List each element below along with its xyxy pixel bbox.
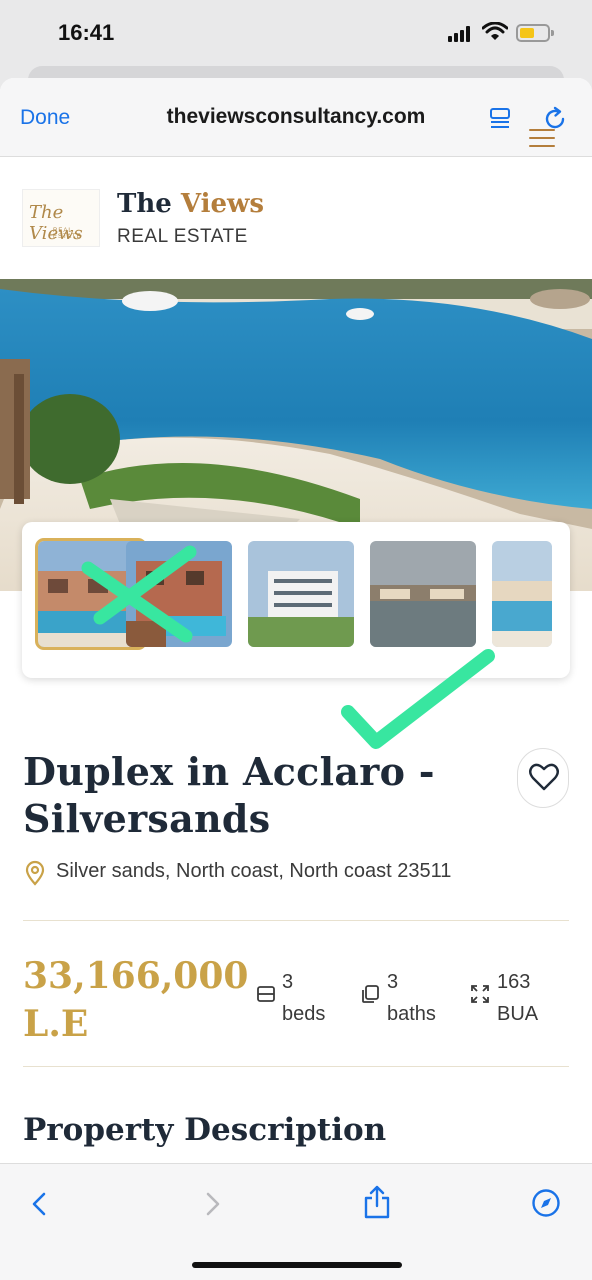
baths-value: 3 — [387, 971, 399, 993]
brand-subtitle: REAL ESTATE — [117, 226, 248, 247]
bath-icon — [362, 985, 379, 1003]
heart-icon — [529, 763, 559, 791]
gallery-thumbnail[interactable] — [126, 541, 232, 647]
reader-icon[interactable] — [488, 106, 512, 130]
browser-url-bar: Done theviewsconsultancy.com — [0, 78, 592, 157]
beds-label: beds — [282, 1003, 326, 1025]
hamburger-menu-icon[interactable] — [529, 127, 555, 149]
property-title: Duplex in Acclaro - Silversands — [23, 749, 435, 841]
site-header: The Views REAL ESTATE The Views REAL EST… — [0, 157, 592, 279]
brand-name[interactable]: The Views — [117, 189, 264, 219]
baths-label: baths — [387, 1003, 436, 1025]
property-price: 33,166,000 L.E — [23, 955, 249, 1045]
brand-name-accent: Views — [180, 189, 265, 219]
property-description-heading: Property Description — [23, 1112, 387, 1148]
area-value: 163 — [497, 971, 531, 993]
area-label: BUA — [497, 1003, 539, 1025]
gallery-thumbnails — [22, 522, 570, 678]
back-arrow-icon[interactable] — [30, 1190, 50, 1218]
home-indicator — [192, 1262, 402, 1268]
browser-sheet: Done theviewsconsultancy.com The Views R… — [0, 78, 592, 1280]
forward-arrow-icon[interactable] — [202, 1190, 222, 1218]
location-pin-icon — [25, 860, 45, 886]
expand-icon — [471, 985, 489, 1003]
compass-icon[interactable] — [531, 1188, 561, 1218]
beds-spec: 3 beds — [282, 966, 325, 1030]
area-spec: 163 BUA — [497, 966, 538, 1030]
beds-value: 3 — [282, 971, 294, 993]
baths-spec: 3 baths — [387, 966, 436, 1030]
status-time: 16:41 — [58, 20, 115, 45]
status-bar: 16:41 — [0, 0, 592, 66]
logo-subtext: REAL ESTATE — [53, 228, 82, 240]
gallery-thumbnail[interactable] — [492, 541, 552, 647]
bed-icon — [257, 986, 275, 1002]
brand-name-first: The — [117, 189, 181, 219]
wifi-icon — [482, 22, 508, 40]
cellular-signal-icon — [448, 26, 472, 42]
divider — [23, 920, 569, 921]
divider — [23, 1066, 569, 1067]
favorite-button[interactable] — [517, 748, 569, 808]
site-logo[interactable]: The Views REAL ESTATE — [22, 189, 100, 247]
gallery-thumbnail[interactable] — [370, 541, 476, 647]
battery-icon — [516, 24, 550, 42]
gallery-thumbnail[interactable] — [248, 541, 354, 647]
location-text: Silver sands, North coast, North coast 2… — [56, 860, 452, 882]
share-icon[interactable] — [362, 1184, 392, 1220]
